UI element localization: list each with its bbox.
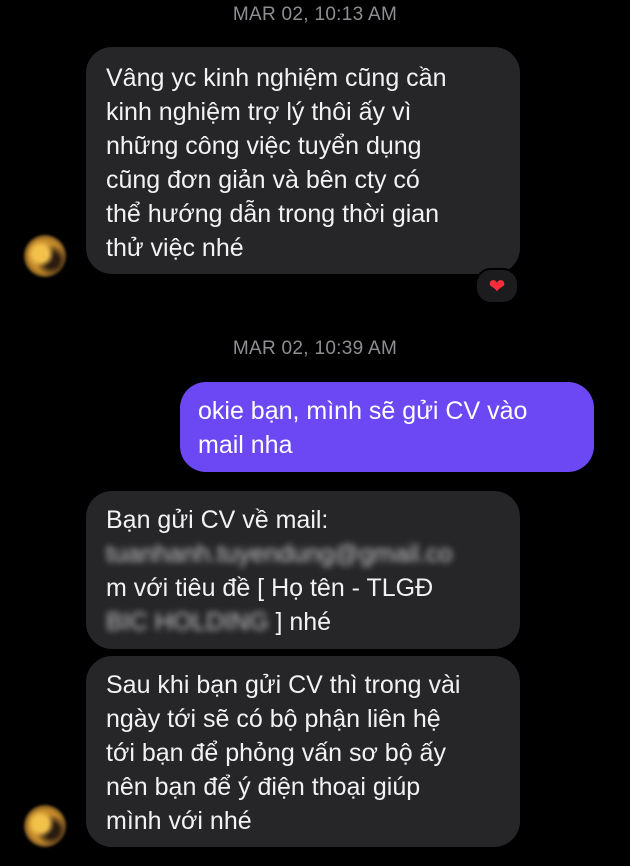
message-text-line: BIC HOLDING ] nhé [106,605,500,639]
timestamp: MAR 02, 10:39 AM [232,338,398,359]
message-text-line: thử việc nhé [106,234,244,262]
message-text-line: cũng đơn giản và bên cty có [106,166,420,194]
message-text-line: m với tiêu đề [ Họ tên - TLGĐ [106,574,434,602]
incoming-message-bubble[interactable]: Vâng yc kinh nghiệm cũng cần kinh nghiệm… [86,47,520,274]
message-text-line: những công việc tuyển dụng [106,132,422,160]
blurred-email-text: tuanhanh.tuyendung@gmail.co [106,540,453,568]
outgoing-message-bubble[interactable]: okie bạn, mình sẽ gửi CV vào mail nha [180,382,594,472]
message-text-line: okie bạn, mình sẽ gửi CV vào [198,397,528,425]
timestamp: MAR 02, 10:13 AM [232,4,398,25]
sender-avatar[interactable] [24,235,66,277]
blurred-company-text: BIC HOLDING [106,608,269,636]
message-text-line: mail nha [198,431,293,459]
message-text-line: kinh nghiệm trợ lý thôi ấy vì [106,98,412,126]
message-text-line: tới bạn để phỏng vấn sơ bộ ấy [106,739,446,767]
incoming-message-bubble[interactable]: Bạn gửi CV về mail: tuanhanh.tuyendung@g… [86,491,520,649]
message-text-suffix: ] nhé [275,608,332,636]
message-text-line: nên bạn để ý điện thoại giúp [106,773,421,801]
incoming-message-bubble[interactable]: Sau khi bạn gửi CV thì trong vài ngày tớ… [86,656,520,847]
sender-avatar[interactable] [24,805,66,847]
message-text-line: Bạn gửi CV về mail: [106,506,329,534]
message-text-line: Vâng yc kinh nghiệm cũng cần [106,64,447,92]
message-text-line: Sau khi bạn gửi CV thì trong vài [106,671,461,699]
message-text-line: thể hướng dẫn trong thời gian [106,200,440,228]
heart-reaction-icon[interactable]: ❤ [475,268,519,304]
message-text-line: mình với nhé [106,807,252,835]
message-text-line: ngày tới sẽ có bộ phận liên hệ [106,705,441,733]
